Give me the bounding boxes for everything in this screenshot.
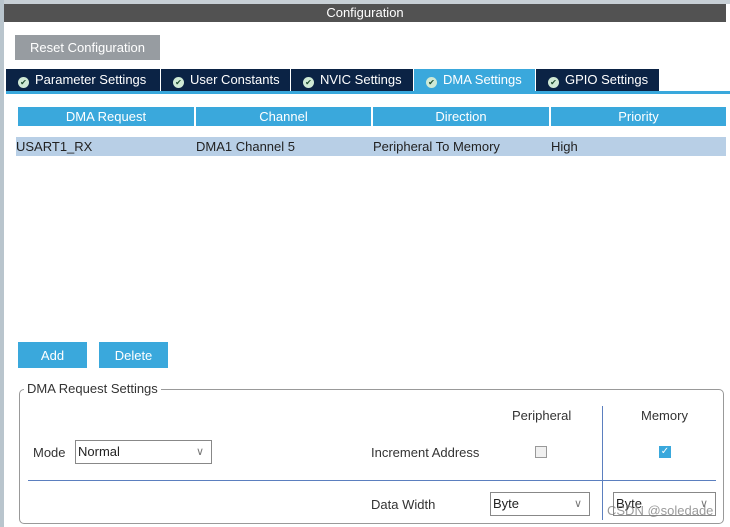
column-header-dma-request[interactable]: DMA Request xyxy=(18,107,194,126)
reset-configuration-button[interactable]: Reset Configuration xyxy=(15,35,160,60)
row-divider xyxy=(28,480,716,481)
memory-header: Memory xyxy=(641,408,688,423)
tab-label: NVIC Settings xyxy=(320,72,402,87)
cell-dma-request: USART1_RX xyxy=(16,137,196,156)
increment-address-label: Increment Address xyxy=(371,445,480,460)
peripheral-width-value: Byte xyxy=(493,496,520,511)
tab-label: Parameter Settings xyxy=(35,72,147,87)
chevron-down-icon: ∨ xyxy=(195,446,204,458)
check-circle-icon: ✔ xyxy=(303,77,314,88)
column-header-channel[interactable]: Channel xyxy=(196,107,371,126)
tab-nvic-settings[interactable]: ✔ NVIC Settings xyxy=(291,69,413,91)
tab-label: DMA Settings xyxy=(443,72,522,87)
peripheral-data-width-select[interactable]: Byte ∨ xyxy=(490,492,590,516)
tab-gpio-settings[interactable]: ✔ GPIO Settings xyxy=(536,69,659,91)
chevron-down-icon: ∨ xyxy=(573,498,582,510)
cell-channel: DMA1 Channel 5 xyxy=(196,137,373,156)
watermark: CSDN @soledade xyxy=(607,503,714,518)
memory-increment-checkbox[interactable]: ✓ xyxy=(659,446,671,458)
check-circle-icon: ✔ xyxy=(173,77,184,88)
peripheral-increment-checkbox[interactable] xyxy=(535,446,547,458)
tab-label: GPIO Settings xyxy=(565,72,649,87)
mode-value: Normal xyxy=(78,444,120,459)
tab-parameter-settings[interactable]: ✔ Parameter Settings xyxy=(6,69,160,91)
tab-user-constants[interactable]: ✔ User Constants xyxy=(161,69,290,91)
tab-dma-settings[interactable]: ✔ DMA Settings xyxy=(414,69,535,91)
panel-title: Configuration xyxy=(4,4,726,22)
check-circle-icon: ✔ xyxy=(18,77,29,88)
column-header-priority[interactable]: Priority xyxy=(551,107,726,126)
peripheral-header: Peripheral xyxy=(512,408,572,423)
cell-direction: Peripheral To Memory xyxy=(373,137,551,156)
column-divider xyxy=(602,406,603,520)
tab-underline xyxy=(6,91,730,94)
mode-label: Mode xyxy=(33,445,66,460)
window-left-border xyxy=(0,0,4,527)
add-button[interactable]: Add xyxy=(18,342,87,368)
group-legend: DMA Request Settings xyxy=(24,381,161,396)
column-header-direction[interactable]: Direction xyxy=(373,107,549,126)
check-circle-icon: ✔ xyxy=(426,77,437,88)
tab-label: User Constants xyxy=(190,72,280,87)
check-circle-icon: ✔ xyxy=(548,77,559,88)
data-width-label: Data Width xyxy=(371,497,436,512)
mode-select[interactable]: Normal ∨ xyxy=(75,440,212,464)
checkmark-icon: ✓ xyxy=(660,446,670,457)
cell-priority: High xyxy=(551,137,726,156)
delete-button[interactable]: Delete xyxy=(99,342,168,368)
